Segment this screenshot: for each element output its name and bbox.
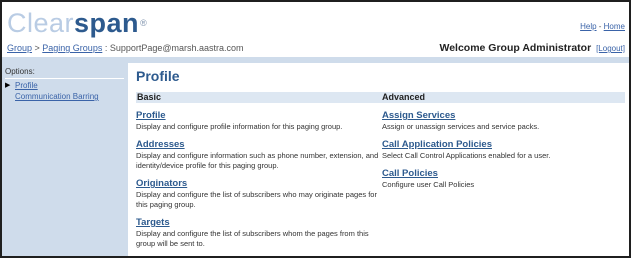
advanced-section-header: Advanced: [382, 92, 426, 102]
addresses-link[interactable]: Addresses: [136, 139, 380, 151]
profile-link[interactable]: Profile: [136, 110, 380, 122]
assign-services-description: Assign or unassign services and service …: [382, 122, 540, 131]
breadcrumb-paging-groups-link[interactable]: Paging Groups: [42, 43, 102, 53]
call-application-policies-description: Select Call Control Applications enabled…: [382, 151, 551, 160]
logo-text-light: Clear: [7, 8, 75, 38]
app-frame: Clearspan® Help - Home Group > Paging Gr…: [0, 0, 631, 258]
list-item: Call Policies Configure user Call Polici…: [382, 168, 626, 190]
current-item-arrow-icon: ▶: [5, 82, 11, 89]
welcome-text: Welcome Group Administrator: [439, 42, 592, 54]
originators-description: Display and configure the list of subscr…: [136, 190, 377, 209]
logo-trademark: ®: [140, 18, 148, 28]
list-item: Assign Services Assign or unassign servi…: [382, 110, 626, 132]
call-application-policies-link[interactable]: Call Application Policies: [382, 139, 626, 151]
basic-section-header: Basic: [137, 92, 162, 102]
list-item: Profile Display and configure profile in…: [136, 110, 380, 132]
help-link[interactable]: Help: [580, 22, 596, 31]
call-policies-link[interactable]: Call Policies: [382, 168, 626, 180]
sidebar-divider: [5, 78, 124, 79]
logo-text-dark: span: [74, 8, 140, 38]
advanced-column: Assign Services Assign or unassign servi…: [382, 110, 626, 197]
breadcrumb-current: SupportPage@marsh.aastra.com: [109, 43, 244, 53]
home-link[interactable]: Home: [604, 22, 625, 31]
originators-link[interactable]: Originators: [136, 178, 380, 190]
options-sidebar: Options: ▶ Profile Communication Barring: [2, 63, 128, 256]
profile-description: Display and configure profile informatio…: [136, 122, 343, 131]
list-item: Originators Display and configure the li…: [136, 178, 380, 210]
logout-link[interactable]: [Logout]: [596, 44, 625, 53]
page-title: Profile: [136, 68, 180, 84]
main-content: Profile Basic Advanced Profile Display a…: [136, 68, 629, 256]
list-item: Targets Display and configure the list o…: [136, 217, 380, 249]
section-header-bar: Basic Advanced: [136, 92, 625, 103]
basic-column: Profile Display and configure profile in…: [136, 110, 380, 256]
options-label: Options:: [5, 67, 35, 76]
breadcrumb-row: Group > Paging Groups : SupportPage@mars…: [7, 42, 625, 55]
breadcrumb-separator: >: [32, 43, 43, 53]
breadcrumb: Group > Paging Groups : SupportPage@mars…: [7, 43, 244, 53]
breadcrumb-group-link[interactable]: Group: [7, 43, 32, 53]
top-links-separator: -: [596, 22, 604, 31]
targets-link[interactable]: Targets: [136, 217, 380, 229]
sidebar-item-communication-barring[interactable]: Communication Barring: [15, 92, 99, 101]
breadcrumb-separator: :: [102, 43, 110, 53]
list-item: Addresses Display and configure informat…: [136, 139, 380, 171]
assign-services-link[interactable]: Assign Services: [382, 110, 626, 122]
clearspan-logo: Clearspan®: [7, 8, 147, 38]
targets-description: Display and configure the list of subscr…: [136, 229, 369, 248]
call-policies-description: Configure user Call Policies: [382, 180, 475, 189]
welcome-message: Welcome Group Administrator [Logout]: [439, 42, 625, 54]
list-item: Call Application Policies Select Call Co…: [382, 139, 626, 161]
addresses-description: Display and configure information such a…: [136, 151, 379, 170]
sidebar-item-profile[interactable]: Profile: [15, 81, 38, 90]
top-links: Help - Home: [580, 22, 625, 31]
